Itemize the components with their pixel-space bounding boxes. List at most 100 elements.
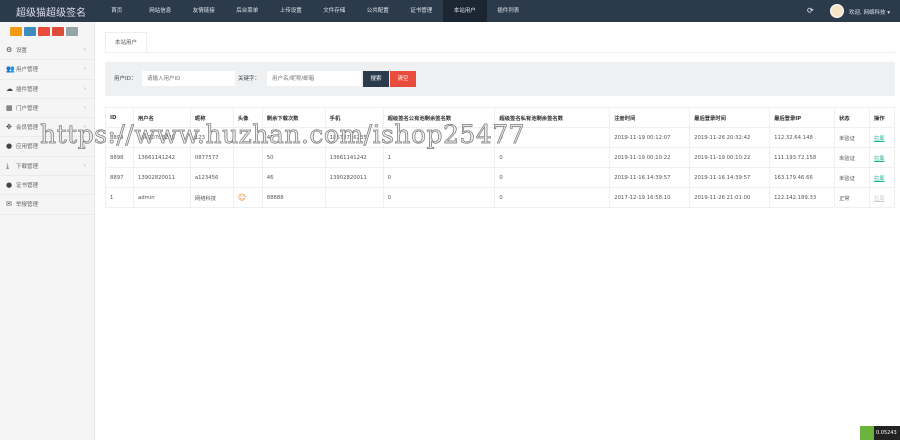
sidebar-item[interactable]: ✉ 举报管理 — [0, 195, 94, 215]
nav-item[interactable]: 公共配置 — [356, 0, 400, 22]
chevron-right-icon: › — [83, 104, 86, 111]
quick-button[interactable] — [38, 27, 50, 36]
users-table: ID 用户名 昵称 头像 剩余下载次数 手机 超级签名公有池剩余签名数 超级签名私有池剩余签名… — [105, 107, 896, 208]
table-cell: 未验证 — [834, 127, 870, 148]
clear-button[interactable]: 清空 — [390, 71, 416, 87]
nav-item[interactable]: 友情链接 — [182, 0, 226, 22]
sidebar-item-label: 设置 — [16, 48, 28, 54]
table-cell: 0 — [382, 187, 496, 208]
nav-item[interactable]: 文件存储 — [313, 0, 357, 22]
sidebar-item[interactable]: ● 证书管理 — [0, 176, 94, 196]
table-cell: 8898 — [105, 147, 134, 168]
table-cell: 111.193.72.158 — [769, 147, 835, 168]
sidebar-item-label: 举报管理 — [16, 202, 39, 209]
table-cell: 未验证 — [834, 167, 870, 188]
app-logo[interactable]: 超级猫超级签名 — [16, 4, 86, 19]
nav-item[interactable]: 后台菜单 — [226, 0, 270, 22]
keyword-input[interactable] — [267, 71, 361, 86]
user-id-label: 用户ID： — [114, 76, 137, 82]
sidebar-item[interactable]: ⚙ 设置 › — [0, 41, 94, 61]
nav-item[interactable]: 网站信息 — [139, 0, 183, 22]
user-avatar[interactable] — [830, 4, 844, 18]
menu-icon: ⤓ — [6, 161, 10, 170]
user-menu[interactable]: 欢迎, 网络科技 ▾ — [849, 8, 890, 16]
table-cell: 13661141242 — [324, 147, 384, 168]
table-cell: 2019-11-19 00:12:07 — [609, 127, 691, 148]
sidebar-item[interactable]: ▦ 门户管理 › — [0, 99, 94, 119]
sidebar-item[interactable]: ⤓ 下载管理 › — [0, 157, 94, 177]
chevron-right-icon: › — [83, 47, 86, 53]
column-header: 超级签名私有池剩余签名数 — [494, 107, 611, 128]
table-cell: 0 — [382, 167, 496, 188]
chevron-right-icon: › — [83, 143, 86, 150]
sidebar-item[interactable]: ● 应用管理 › — [0, 137, 94, 157]
table-cell: 网络科技 — [189, 187, 234, 208]
table-cell — [382, 127, 496, 148]
menu-icon: ✥ — [6, 123, 12, 132]
table-cell: 45 — [261, 127, 326, 148]
menu-icon: ☁ — [6, 84, 13, 93]
table-cell: 0877577 — [189, 147, 234, 168]
sidebar-item[interactable]: 👥用户管理 › — [0, 60, 94, 80]
table-cell: 拉黑 — [868, 167, 896, 188]
nav-item[interactable]: 插件列表 — [487, 0, 531, 22]
sidebar-item[interactable]: ✥ 会员管理 › — [0, 118, 94, 138]
blacklist-link[interactable]: 拉黑 — [874, 136, 885, 142]
column-header: 剩余下载次数 — [261, 107, 326, 128]
table-cell: 2019-11-26 21:01:00 — [689, 187, 771, 208]
nav-item[interactable]: 首页 — [95, 0, 139, 22]
chevron-right-icon: › — [83, 162, 86, 169]
table-row: 8898 13661141242 0877577 50 13661141242 1 0 201… — [105, 147, 896, 168]
table-cell: 88888 — [261, 187, 326, 208]
column-header: 用户名 — [132, 107, 191, 128]
status-badge: 0.05243 — [860, 426, 900, 440]
table-cell: 8897 — [105, 167, 134, 188]
user-id-input[interactable] — [142, 71, 235, 86]
sidebar-item[interactable]: ☁ 插件管理 › — [0, 80, 94, 99]
table-cell: 13902820011 — [324, 167, 384, 188]
menu-icon: ● — [6, 142, 13, 151]
quick-button[interactable] — [24, 27, 36, 36]
column-header: ID — [105, 107, 134, 128]
badge-value: 0.05243 — [876, 430, 897, 436]
chevron-right-icon: › — [83, 124, 86, 131]
table-cell: 123 — [189, 127, 234, 148]
table-cell: 0 — [494, 127, 611, 148]
nav-item[interactable]: 证书管理 — [400, 0, 444, 22]
table-row: 1 admin 网络科技 ☺ 88888 0 0 2017-12-19 16:58:10 201… — [105, 187, 896, 208]
table-cell — [232, 147, 263, 168]
menu-icon: ▦ — [6, 103, 13, 112]
column-header: 手机 — [324, 107, 384, 128]
sidebar-item-label: 下载管理 — [16, 163, 39, 170]
blacklist-link[interactable]: 拉黑 — [874, 176, 885, 182]
table-cell: 18670706235 — [132, 127, 191, 148]
table-cell: 112.32.64.148 — [769, 127, 835, 148]
table-cell: 50 — [261, 147, 326, 168]
logo-icon — [860, 426, 874, 440]
sidebar-item-label: 插件管理 — [16, 86, 39, 93]
table-cell: 2019-11-16 14:39:57 — [609, 167, 691, 188]
table-cell: 0 — [494, 167, 611, 188]
sidebar-item-label: 用户管理 — [16, 67, 39, 74]
quick-button[interactable] — [10, 27, 22, 36]
main-nav: 首页 网站信息 友情链接 后台菜单 上传设置 文件存储 公共配置 证书管理 本站用户 插件列表 — [95, 0, 530, 22]
table-cell: admin — [132, 187, 191, 208]
column-header: 最后登录时间 — [689, 107, 771, 128]
refresh-icon[interactable]: ⟳ — [807, 6, 814, 15]
search-button[interactable]: 搜索 — [363, 71, 389, 87]
blacklist-link[interactable]: 拉黑 — [874, 156, 885, 162]
column-header: 昵称 — [189, 107, 234, 128]
nav-item[interactable]: 上传设置 — [269, 0, 313, 22]
table-cell: 0 — [494, 147, 611, 168]
column-header: 状态 — [834, 107, 870, 128]
blacklist-link[interactable]: 拉黑 — [874, 196, 885, 202]
table-cell: 2019-11-19 00:10:22 — [609, 147, 691, 168]
table-cell: 拉黑 — [868, 187, 896, 208]
tab-site-users[interactable]: 本站用户 — [105, 32, 147, 52]
quick-button[interactable] — [66, 27, 78, 36]
quick-button[interactable] — [52, 27, 64, 36]
sidebar-item-label: 应用管理 — [16, 144, 39, 151]
table-cell: 2019-11-26 20:32:42 — [689, 127, 771, 148]
table-cell: 拉黑 — [868, 147, 896, 168]
nav-item[interactable]: 本站用户 — [443, 0, 487, 22]
